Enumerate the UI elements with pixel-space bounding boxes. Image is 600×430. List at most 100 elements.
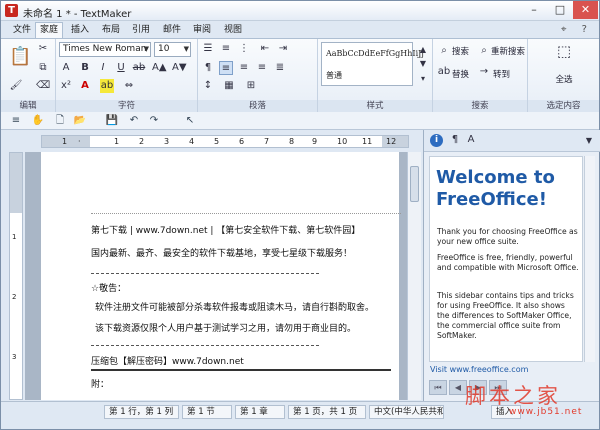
sidebar-scrollbar[interactable]: [584, 156, 595, 362]
info-icon[interactable]: i: [430, 134, 443, 147]
style-gallery[interactable]: AaBbCcDdEeFfGgHhIiJj 普通: [321, 42, 424, 86]
status-line-col: 第 1 行，第 1 列: [104, 405, 179, 419]
text-style-icon[interactable]: A: [464, 133, 478, 147]
shading-icon[interactable]: ▦: [222, 79, 236, 93]
dashed-separator: [91, 345, 319, 346]
borders-icon[interactable]: ⊞: [244, 79, 258, 93]
italic-icon[interactable]: I: [96, 61, 110, 75]
group-label-edit: 编辑: [1, 100, 55, 112]
document-line[interactable]: 该下载资源仅限个人用户基于测试学习之用，请勿用于商业目的。: [95, 321, 356, 334]
tab-review[interactable]: 审阅: [189, 23, 215, 38]
document-scrollbar[interactable]: [407, 152, 421, 400]
search-button[interactable]: 搜索: [452, 45, 469, 57]
underline-icon[interactable]: U: [114, 61, 128, 75]
open-folder-icon[interactable]: 📂: [73, 114, 87, 128]
tab-file[interactable]: 文件: [9, 23, 35, 38]
replace-button[interactable]: 替换: [452, 68, 469, 80]
tab-references[interactable]: 引用: [128, 23, 154, 38]
document-line[interactable]: 附：: [91, 377, 109, 390]
tab-home[interactable]: 家庭: [35, 22, 64, 38]
pointer-icon[interactable]: ↖: [183, 114, 197, 128]
search-again-button[interactable]: 重新搜索: [491, 45, 525, 57]
scrollbar-thumb[interactable]: [410, 166, 419, 202]
align-left-icon[interactable]: ≡: [219, 61, 233, 75]
align-right-icon[interactable]: ≡: [255, 61, 269, 75]
sidebar-panel: Welcome to FreeOffice! Thank you for choo…: [429, 156, 583, 362]
ruler-number: 6: [239, 137, 245, 146]
grow-font-icon[interactable]: A▲: [152, 61, 167, 75]
paragraph-mark-icon[interactable]: ¶: [201, 61, 215, 75]
hand-tool-icon[interactable]: ✋: [31, 114, 45, 128]
highlight-icon[interactable]: ab: [100, 79, 114, 93]
line-spacing-icon[interactable]: ↕: [201, 79, 215, 93]
tab-layout[interactable]: 布局: [98, 23, 124, 38]
document-line[interactable]: 压缩包【解压密码】www.7down.net: [91, 354, 244, 367]
maximize-button[interactable]: □: [547, 1, 573, 19]
chevron-down-icon: ▼: [143, 45, 149, 53]
first-page-icon[interactable]: ⏮: [429, 380, 447, 395]
status-language[interactable]: 中文(中华人民共和: [369, 405, 444, 419]
document-line[interactable]: ☆敬告：: [91, 281, 126, 294]
superscript-icon[interactable]: x²: [59, 79, 73, 93]
document-line[interactable]: 国内最新、最齐、最安全的软件下载基地，享受七星级下载服务！: [91, 246, 352, 259]
group-label-paragraph: 段落: [198, 100, 317, 112]
document-line[interactable]: 第七下载 | www.7down.net | 【第七安全软件下载、第七软件园】: [91, 223, 360, 236]
character-spacing-icon[interactable]: ⇔: [122, 79, 136, 93]
select-all-icon[interactable]: ⬚: [555, 44, 573, 62]
search-again-icon[interactable]: ⌕: [477, 44, 491, 58]
align-center-icon[interactable]: ≡: [237, 61, 251, 75]
new-document-icon[interactable]: 🗋: [53, 114, 67, 128]
font-size-combo[interactable]: 10 ▼: [154, 42, 191, 57]
bold-icon[interactable]: B: [78, 61, 92, 75]
paste-icon[interactable]: 📋: [9, 45, 31, 71]
cut-icon[interactable]: ✂: [36, 42, 50, 56]
bullets-icon[interactable]: ☰: [201, 42, 215, 56]
status-chapter: 第 1 章: [235, 405, 285, 419]
vertical-ruler[interactable]: 1 2 3: [9, 152, 23, 400]
close-button[interactable]: ✕: [573, 1, 598, 19]
chevron-down-icon: ▼: [183, 45, 189, 53]
freeoffice-link[interactable]: Visit www.freeoffice.com: [430, 365, 528, 374]
replace-icon[interactable]: ab: [437, 65, 451, 79]
menu-icon[interactable]: ≡: [9, 114, 23, 128]
group-search: ⌕ 搜索 ⌕ 重新搜索 ab 替换 → 转到 搜索: [433, 39, 528, 112]
redo-icon[interactable]: ↷: [147, 114, 161, 128]
paragraph-icon[interactable]: ¶: [448, 133, 462, 147]
font-name-combo[interactable]: Times New Roman ▼: [59, 42, 151, 57]
ruler-number: 11: [362, 137, 373, 146]
copy-icon[interactable]: ⧉: [36, 61, 50, 75]
tab-mailings[interactable]: 邮件: [159, 23, 185, 38]
format-painter-icon[interactable]: 🖌: [9, 79, 23, 93]
strikethrough-icon[interactable]: ab: [132, 61, 146, 75]
horizontal-ruler[interactable]: 1 · 1 2 3 4 5 6 7 8 9 10 11 12: [41, 135, 409, 148]
undo-icon[interactable]: ↶: [127, 114, 141, 128]
numbering-icon[interactable]: ≡: [219, 42, 233, 56]
group-label-selection: 选定内容: [528, 100, 599, 112]
font-settings-icon[interactable]: A: [59, 61, 73, 75]
tab-view[interactable]: 视图: [220, 23, 246, 38]
goto-icon[interactable]: →: [477, 65, 491, 79]
search-icon[interactable]: ⌕: [437, 44, 451, 58]
styles-up-icon[interactable]: ▲: [416, 43, 430, 57]
help-icon[interactable]: ⌖ ?: [561, 24, 593, 35]
sidebar-menu-icon[interactable]: ▼: [582, 134, 596, 148]
font-color-icon[interactable]: A: [78, 79, 92, 93]
outline-icon[interactable]: ⋮: [237, 42, 251, 56]
ruler-number: 8: [289, 137, 295, 146]
group-selection: ⬚ 全选 选定内容: [528, 39, 599, 112]
increase-indent-icon[interactable]: ⇥: [276, 42, 290, 56]
clear-format-icon[interactable]: ⌫: [36, 79, 50, 93]
textmaker-app-icon[interactable]: T: [5, 4, 18, 17]
styles-down-icon[interactable]: ▼: [416, 57, 430, 71]
minimize-button[interactable]: –: [521, 1, 547, 19]
decrease-indent-icon[interactable]: ⇤: [258, 42, 272, 56]
goto-button[interactable]: 转到: [493, 68, 510, 80]
document-line[interactable]: 软件注册文件可能被部分杀毒软件报毒或阻读木马，请自行斟酌取舍。: [95, 300, 374, 313]
styles-more-icon[interactable]: ▾: [416, 72, 430, 86]
shrink-font-icon[interactable]: A▼: [172, 61, 187, 75]
select-all-button[interactable]: 全选: [542, 73, 586, 85]
header-divider: [91, 213, 401, 214]
save-icon[interactable]: 💾: [105, 114, 119, 128]
justify-icon[interactable]: ≣: [273, 61, 287, 75]
tab-insert[interactable]: 插入: [67, 23, 93, 38]
